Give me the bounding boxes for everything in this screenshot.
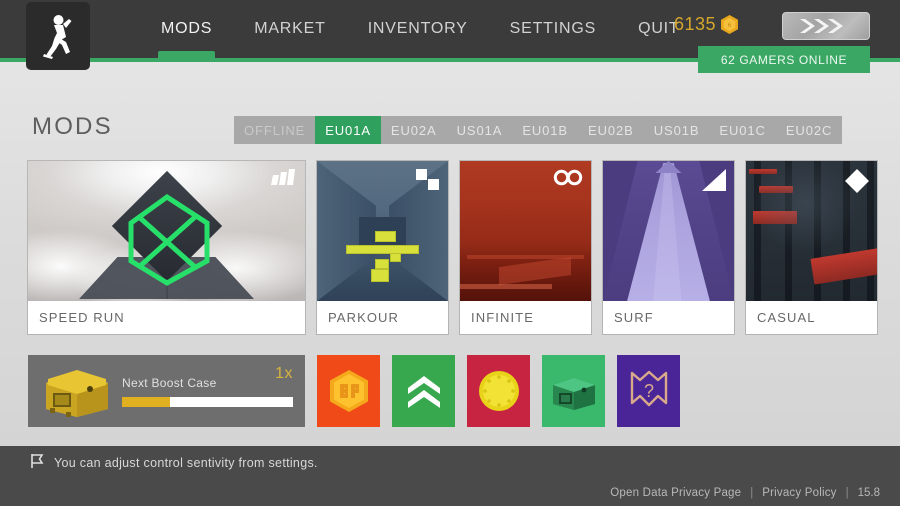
tile-coin[interactable] xyxy=(467,355,530,427)
boost-and-tiles-row: Next Boost Case 1x ? xyxy=(28,355,680,427)
tile-battle-pass[interactable] xyxy=(317,355,380,427)
server-tab-offline[interactable]: OFFLINE xyxy=(234,116,315,144)
mod-card-art xyxy=(460,161,591,301)
platform-bar xyxy=(374,231,396,242)
privacy-policy-link[interactable]: Privacy Policy xyxy=(762,487,836,499)
game-logo[interactable] xyxy=(26,2,90,70)
boost-multiplier: 1x xyxy=(275,365,293,382)
version-label: 15.8 xyxy=(857,487,880,499)
mod-card-parkour[interactable]: PARKOUR xyxy=(317,161,448,334)
beam-shape xyxy=(460,284,552,290)
platform-bar xyxy=(374,259,390,269)
ramp-peak xyxy=(655,161,682,173)
mod-card-speed-run[interactable]: SPEED RUN xyxy=(28,161,305,334)
tile-crate[interactable] xyxy=(542,355,605,427)
mod-card-label: PARKOUR xyxy=(317,301,448,334)
chevrons-rank-icon xyxy=(799,16,853,36)
server-selector: OFFLINE EU01A EU02A US01A EU01B EU02B US… xyxy=(234,116,843,144)
svg-text:?: ? xyxy=(643,381,653,401)
nav-item-mods[interactable]: MODS xyxy=(140,0,233,58)
server-tab-eu02c[interactable]: EU02C xyxy=(776,116,842,144)
hex-coin-icon: 6 xyxy=(721,15,738,34)
infinity-icon xyxy=(553,169,583,191)
footer-separator-1: | xyxy=(750,487,754,499)
mod-card-art xyxy=(28,161,305,301)
server-tab-eu01c[interactable]: EU01C xyxy=(709,116,775,144)
gold-coin-icon xyxy=(478,370,520,412)
main-nav: MODS MARKET INVENTORY SETTINGS QUIT xyxy=(140,0,701,58)
nav-item-inventory[interactable]: INVENTORY xyxy=(347,0,489,58)
flag-icon xyxy=(30,453,44,474)
speed-run-artwork xyxy=(28,161,305,301)
boost-title: Next Boost Case xyxy=(122,375,217,390)
platform-bar xyxy=(390,253,401,263)
bp-hex-icon xyxy=(329,370,368,412)
green-crate-icon xyxy=(548,371,600,411)
mod-card-label: CASUAL xyxy=(746,301,877,334)
speed-bars-icon xyxy=(269,169,297,190)
mod-card-art xyxy=(746,161,877,301)
boost-case-panel[interactable]: Next Boost Case 1x xyxy=(28,355,305,427)
neon-outline xyxy=(111,183,223,300)
mystery-shield-icon: ? xyxy=(629,370,669,412)
currency-display[interactable]: 6135 6 xyxy=(674,14,738,35)
mod-card-art xyxy=(317,161,448,301)
mod-card-infinite[interactable]: INFINITE xyxy=(460,161,591,334)
tile-upgrade[interactable] xyxy=(392,355,455,427)
slope-icon xyxy=(702,169,726,196)
nav-item-market[interactable]: MARKET xyxy=(233,0,346,58)
mod-card-label: SPEED RUN xyxy=(28,301,305,334)
server-tab-eu01a[interactable]: EU01A xyxy=(315,116,381,144)
server-tab-us01b[interactable]: US01B xyxy=(644,116,710,144)
player-avatar[interactable] xyxy=(782,12,870,40)
server-tab-eu01b[interactable]: EU01B xyxy=(512,116,578,144)
boost-progress-track xyxy=(122,396,293,407)
diamond-icon xyxy=(845,169,869,198)
server-tab-us01a[interactable]: US01A xyxy=(447,116,513,144)
running-figure-icon xyxy=(41,13,75,59)
open-data-privacy-page-link[interactable]: Open Data Privacy Page xyxy=(610,487,741,499)
mod-card-art xyxy=(603,161,734,301)
mod-card-label: INFINITE xyxy=(460,301,591,334)
online-players-badge: 62 GAMERS ONLINE xyxy=(698,46,870,73)
two-squares-icon xyxy=(416,169,440,196)
server-tab-eu02a[interactable]: EU02A xyxy=(381,116,447,144)
platform-bar xyxy=(370,268,390,282)
tile-mystery[interactable]: ? xyxy=(617,355,680,427)
nav-item-settings[interactable]: SETTINGS xyxy=(489,0,617,58)
double-chevron-up-icon xyxy=(406,374,442,408)
online-players-text: 62 GAMERS ONLINE xyxy=(720,52,848,67)
tip-text: You can adjust control sentivity from se… xyxy=(54,456,318,470)
footer-separator-2: | xyxy=(845,487,849,499)
page-title: MODS xyxy=(32,113,113,140)
mod-card-surf[interactable]: SURF xyxy=(603,161,734,334)
yellow-crate-icon xyxy=(38,363,116,419)
mod-card-label: SURF xyxy=(603,301,734,334)
currency-amount: 6135 xyxy=(673,14,716,34)
boost-progress-area: Next Boost Case xyxy=(122,376,293,407)
boost-progress-fill xyxy=(122,396,170,407)
footer-bar: Open Data Privacy Page | Privacy Policy … xyxy=(0,480,900,506)
platform-bar xyxy=(345,245,420,254)
server-tab-eu02b[interactable]: EU02B xyxy=(578,116,644,144)
mod-card-casual[interactable]: CASUAL xyxy=(746,161,877,334)
tip-bar: You can adjust control sentivity from se… xyxy=(0,446,900,480)
mod-card-list: SPEED RUN PARKOUR INFINITE SURF CASUAL xyxy=(28,161,877,334)
